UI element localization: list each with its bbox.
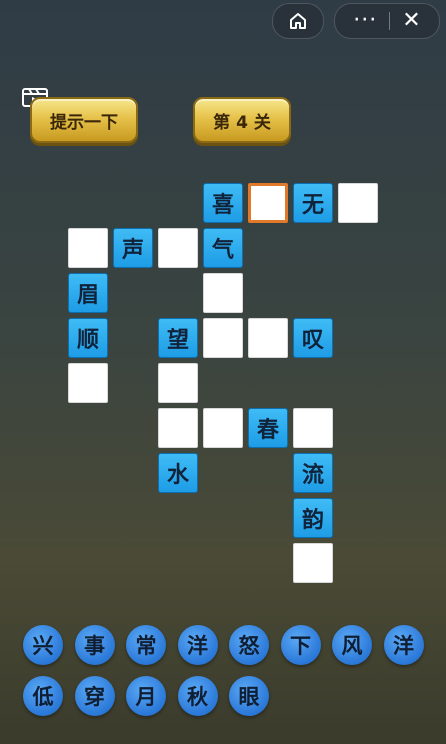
grid-cell-filled[interactable]: 顺 <box>68 318 108 358</box>
grid-cell-empty[interactable] <box>203 318 243 358</box>
grid-cell-empty[interactable] <box>203 408 243 448</box>
grid-cell-filled[interactable]: 眉 <box>68 273 108 313</box>
grid-cell-empty[interactable] <box>338 183 378 223</box>
bank-character-button[interactable]: 兴 <box>23 625 63 665</box>
bank-character-button[interactable]: 下 <box>280 625 321 665</box>
bank-character-button[interactable]: 常 <box>126 625 166 665</box>
hint-button[interactable]: 提示一下 <box>30 97 138 143</box>
grid-cell-empty[interactable] <box>158 363 198 403</box>
home-icon <box>290 13 306 29</box>
capsule-divider <box>389 12 391 30</box>
bank-character-button[interactable]: 秋 <box>177 676 218 716</box>
grid-cell-empty[interactable] <box>293 543 333 583</box>
grid-cell-empty[interactable] <box>248 318 288 358</box>
bank-character-button[interactable]: 眼 <box>229 676 269 716</box>
grid-cell-filled[interactable]: 春 <box>248 408 288 448</box>
grid-cell-filled[interactable]: 喜 <box>203 183 243 223</box>
grid-cell-filled[interactable]: 望 <box>158 318 198 358</box>
home-button[interactable] <box>272 3 324 39</box>
grid-cell-empty[interactable] <box>68 363 108 403</box>
bank-character-button[interactable]: 风 <box>332 625 372 665</box>
bank-character-button[interactable]: 洋 <box>177 625 218 665</box>
more-dots-icon[interactable]: ··· <box>353 4 377 38</box>
grid-cell-filled[interactable]: 声 <box>113 228 153 268</box>
grid-cell-filled[interactable]: 气 <box>203 228 243 268</box>
bank-character-button[interactable]: 怒 <box>229 625 269 665</box>
grid-cell-empty[interactable] <box>158 228 198 268</box>
grid-cell-empty[interactable] <box>158 408 198 448</box>
grid-cell-filled[interactable]: 叹 <box>293 318 333 358</box>
bank-character-button[interactable]: 穿 <box>74 676 115 716</box>
grid-cell-filled[interactable]: 水 <box>158 453 198 493</box>
level-label: 第 4 关 <box>213 112 271 133</box>
close-icon[interactable]: ✕ <box>402 4 420 38</box>
grid-cell-empty[interactable] <box>293 408 333 448</box>
grid-cell-filled[interactable]: 无 <box>293 183 333 223</box>
bank-character-button[interactable]: 洋 <box>383 625 424 665</box>
menu-capsule: ··· ✕ <box>334 3 440 39</box>
grid-cell-filled[interactable]: 韵 <box>293 498 333 538</box>
hint-button-label: 提示一下 <box>50 112 118 133</box>
grid-cell-empty[interactable] <box>68 228 108 268</box>
grid-cell-empty[interactable] <box>203 273 243 313</box>
level-badge: 第 4 关 <box>193 97 291 143</box>
grid-cell-filled[interactable]: 流 <box>293 453 333 493</box>
bank-character-button[interactable]: 事 <box>74 625 115 665</box>
bank-character-button[interactable]: 月 <box>126 676 166 716</box>
grid-cell-empty[interactable] <box>248 183 288 223</box>
bank-character-button[interactable]: 低 <box>23 676 63 716</box>
